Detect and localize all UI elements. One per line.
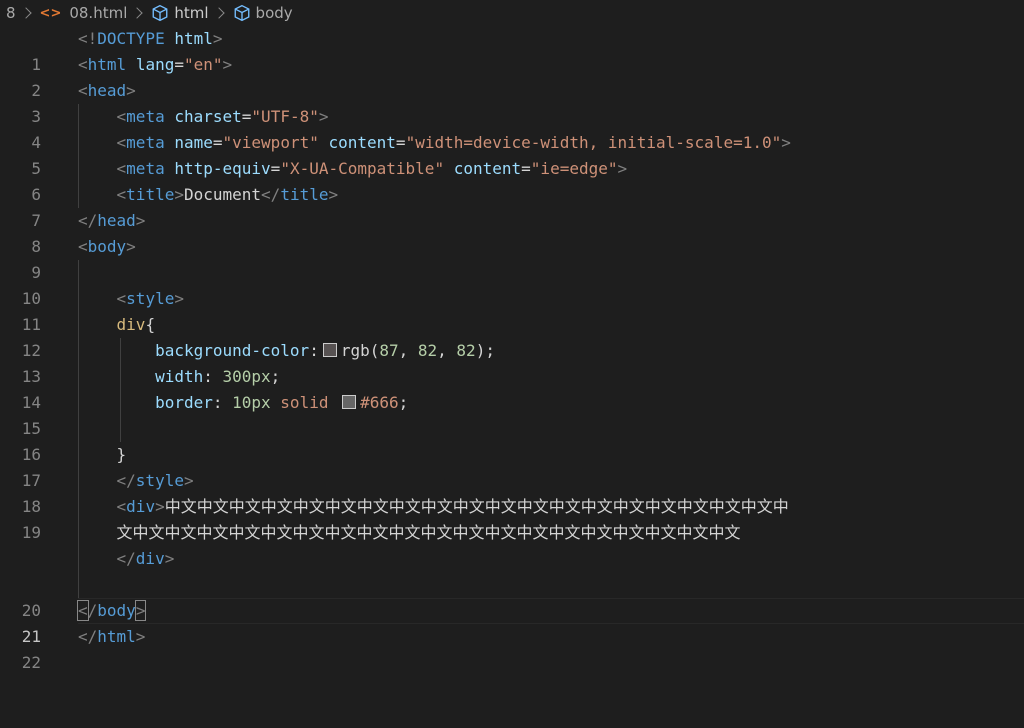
line-content: </body> (77, 600, 147, 621)
symbol-cube-icon (152, 4, 168, 22)
line-content: </head> (78, 211, 146, 230)
breadcrumb-file[interactable]: <> 08.html (40, 4, 128, 22)
line-content: <title>Document</title> (116, 185, 339, 204)
code-line: 17 } (0, 442, 1024, 490)
line-content: 文中文中文中文中文中文中文中文中文中文中文中文中文中文中文中文中文中文中文中文 (78, 520, 741, 546)
breadcrumb: 8 <> 08.html html body (0, 0, 1024, 26)
line-content: <body> (78, 237, 136, 256)
line-content: <!DOCTYPE html> (78, 29, 223, 48)
code-line: 8 </head> (0, 208, 1024, 256)
div-text-wrap-2: 文中文中文中文中文中文中文中文中文中文中文中文中文中文中文中文中文中文中文中文 (116, 523, 741, 542)
breadcrumb-folder-label: 8 (6, 4, 16, 22)
code-line: 13 background-color: rgb(87, 82, 82); (0, 338, 1024, 386)
code-line: 6 <meta http-equiv="X-UA-Compatible" con… (0, 156, 1024, 204)
line-content: <meta name="viewport" content="width=dev… (116, 133, 791, 152)
code-line: 22 </html> (0, 624, 1024, 672)
code-line: 4 <meta charset="UTF-8"> (0, 104, 1024, 152)
line-content: </div> (116, 549, 175, 568)
breadcrumb-symbol-body[interactable]: body (233, 4, 293, 22)
line-content: </style> (116, 471, 194, 490)
line-content: <div>中文中文中文中文中文中文中文中文中文中文中文中文中文中文中文中文中文中… (116, 497, 789, 516)
code-line: 11 <style> (0, 286, 1024, 334)
color-swatch[interactable] (322, 343, 337, 357)
breadcrumb-file-label: 08.html (69, 4, 128, 22)
line-content: width: 300px; (155, 367, 281, 386)
line-content: border: 10px solid #666; (155, 393, 409, 412)
code-line-active: 21 </body> (0, 598, 1024, 646)
symbol-cube-icon (234, 4, 249, 22)
code-line: 9 <body> (0, 234, 1024, 282)
line-content: background-color: rgb(87, 82, 82); (155, 341, 495, 360)
html-file-icon: <> (39, 5, 62, 21)
breadcrumb-symbol-html[interactable]: html (151, 4, 209, 22)
line-content: div{ (116, 315, 156, 334)
chevron-right-icon (212, 7, 225, 19)
breadcrumb-body-label: body (255, 4, 293, 22)
code-line: 20 (0, 572, 1024, 620)
breadcrumb-html-label: html (174, 4, 209, 22)
code-line-wrap: 文中文中文中文中文中文中文中文中文中文中文中文中文中文中文中文中文中文中文中文 (0, 520, 1024, 546)
chevron-right-icon (19, 7, 32, 19)
code-line: 7 <title>Document</title> (0, 182, 1024, 230)
code-line: 12 div{ (0, 312, 1024, 360)
code-line: 15 border: 10px solid #666; (0, 390, 1024, 438)
code-line: 2 <html lang="en"> (0, 52, 1024, 100)
div-text-wrap-1: 中文中文中文中文中文中文中文中文中文中文中文中文中文中文中文中文中文中文中文中 (164, 497, 789, 516)
code-line: 14 width: 300px; (0, 364, 1024, 412)
line-content: <meta charset="UTF-8"> (116, 107, 329, 126)
chevron-right-icon (131, 7, 144, 19)
code-line: 5 <meta name="viewport" content="width=d… (0, 130, 1024, 178)
line-content: </html> (78, 627, 146, 646)
code-line: 3 <head> (0, 78, 1024, 126)
code-editor[interactable]: 1 <!DOCTYPE html> 2 <html lang="en"> 3 <… (0, 26, 1024, 688)
code-line: 16 (0, 416, 1024, 464)
code-line: 10 (0, 260, 1024, 308)
code-line-wrap: </div> (0, 546, 1024, 572)
color-swatch[interactable] (342, 395, 357, 409)
code-line: 19 <div>中文中文中文中文中文中文中文中文中文中文中文中文中文中文中文中文… (0, 494, 1024, 542)
line-content: <meta http-equiv="X-UA-Compatible" conte… (116, 159, 628, 178)
code-line: 1 <!DOCTYPE html> (0, 26, 1024, 74)
line-content: <html lang="en"> (78, 55, 233, 74)
line-content: } (116, 445, 127, 464)
line-number: 22 (21, 653, 41, 672)
code-line: 18 </style> (0, 468, 1024, 516)
line-content: <style> (116, 289, 184, 308)
breadcrumb-folder[interactable]: 8 (6, 4, 16, 22)
line-content: <head> (78, 81, 136, 100)
